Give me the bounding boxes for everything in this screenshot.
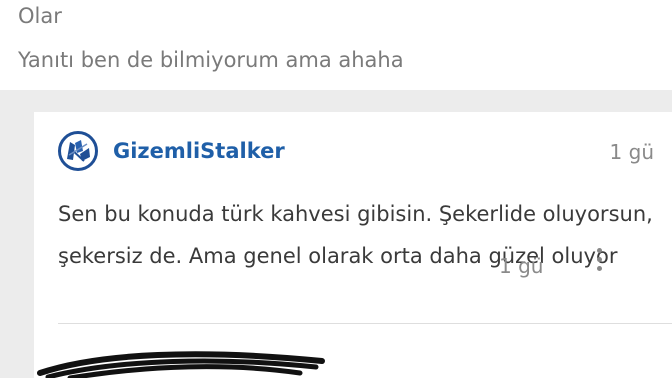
previous-comment-line2: Yanıtı ben de bilmiyorum ama ahaha bbox=[18, 48, 404, 72]
reply-card: GizemliStalker 1 gü Sen bu konuda türk k… bbox=[34, 112, 672, 378]
reply-time: 1 gü bbox=[609, 140, 654, 164]
avatar-badge-icon[interactable] bbox=[58, 131, 98, 171]
reply-body-text: Sen bu konuda türk kahvesi gibisin. Şeke… bbox=[58, 202, 653, 268]
previous-comment-line1: Olar bbox=[18, 4, 62, 28]
username-link[interactable]: GizemliStalker bbox=[113, 139, 285, 163]
next-reply-time: 1 gü bbox=[499, 254, 544, 278]
previous-comment-card: Olar Yanıtı ben de bilmiyorum ama ahaha bbox=[0, 0, 672, 90]
kebab-menu-icon[interactable] bbox=[594, 248, 604, 271]
scribble-redaction-icon bbox=[37, 351, 325, 378]
reply-divider bbox=[58, 323, 672, 324]
